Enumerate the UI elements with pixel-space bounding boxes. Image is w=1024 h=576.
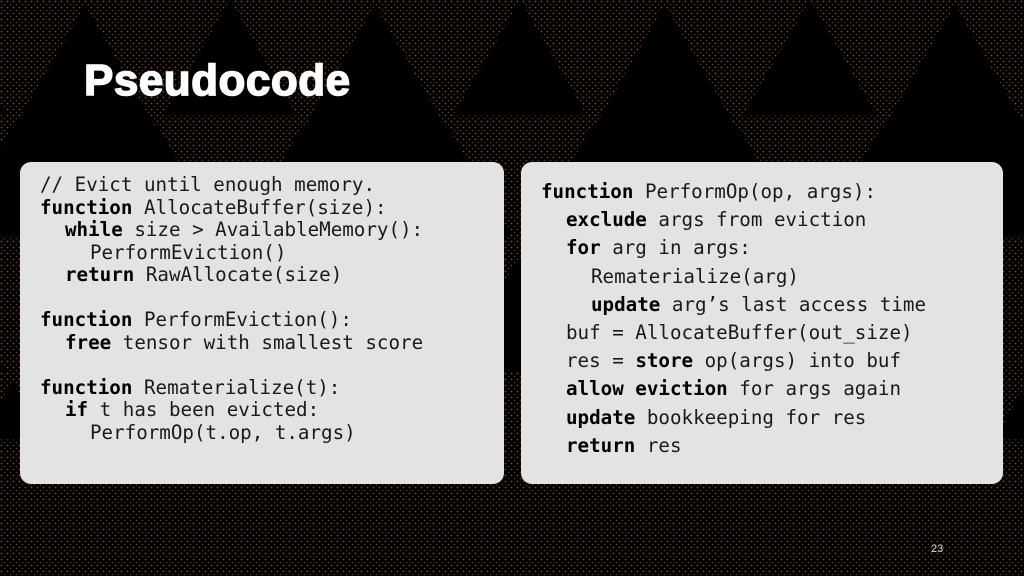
code-line: return res <box>541 432 1003 460</box>
code-keyword: return <box>566 433 636 457</box>
code-line: function Rematerialize(t): <box>40 375 504 400</box>
code-keyword: allow eviction <box>566 377 728 401</box>
code-text: Rematerialize(arg) <box>591 264 799 288</box>
code-text: RawAllocate(size) <box>134 263 343 286</box>
code-line: if t has been evicted: <box>40 398 504 422</box>
code-text: arg’s last access time <box>660 292 927 316</box>
code-line: res = store op(args) into buf <box>541 347 1003 375</box>
code-line: return RawAllocate(size) <box>40 263 504 287</box>
code-keyword: return <box>65 263 135 286</box>
code-text: PerformOp(t.op, t.args) <box>90 420 356 444</box>
code-text: // Evict until enough memory. <box>40 173 376 196</box>
code-text: AllocateBuffer(size): <box>132 195 387 219</box>
code-line: for arg in args: <box>541 234 1003 262</box>
code-keyword: function <box>40 195 133 219</box>
slide-title: Pseudocode <box>83 55 351 106</box>
code-line: update bookkeeping for res <box>541 404 1003 432</box>
code-panel-left: // Evict until enough memory. function Al… <box>20 162 504 484</box>
code-line: function AllocateBuffer(size): <box>40 195 504 220</box>
page-number: 23 <box>931 543 944 555</box>
code-keyword: exclude <box>566 208 647 232</box>
code-text: Rematerialize(t): <box>132 375 341 399</box>
code-line: function PerformOp(op, args): <box>541 178 1003 206</box>
code-text: PerformOp(op, args): <box>633 180 877 203</box>
code-line: allow eviction for args again <box>541 375 1003 403</box>
code-text: arg in args: <box>600 236 751 260</box>
code-text: bookkeeping for res <box>635 405 867 429</box>
code-text: size > AvailableMemory(): <box>122 218 424 241</box>
pseudocode-block-left: // Evict until enough memory. function Al… <box>40 173 504 445</box>
code-keyword: update <box>566 405 636 429</box>
code-line: free tensor with smallest score <box>40 330 504 355</box>
code-text: t has been evicted: <box>88 398 320 421</box>
code-keyword: function <box>40 308 133 331</box>
code-line: buf = AllocateBuffer(out_size) <box>541 319 1003 347</box>
code-text: op(args) into buf <box>693 349 902 373</box>
code-keyword: if <box>65 398 89 421</box>
code-line: update arg’s last access time <box>541 291 1003 319</box>
code-keyword: update <box>591 292 661 316</box>
code-text: buf = AllocateBuffer(out_size) <box>566 320 913 344</box>
code-text: res <box>635 433 682 457</box>
code-keyword: free <box>65 330 112 354</box>
code-text: args from eviction <box>646 208 867 232</box>
code-keyword: while <box>65 218 123 241</box>
code-text: res = <box>566 349 636 373</box>
code-line: PerformOp(t.op, t.args) <box>40 420 504 445</box>
code-text: PerformEviction() <box>90 240 287 264</box>
code-line: // Evict until enough memory. <box>40 173 504 197</box>
code-line: exclude args from eviction <box>541 206 1003 234</box>
code-line: function PerformEviction(): <box>40 308 504 332</box>
code-keyword: for <box>566 236 601 260</box>
code-panel-right: function PerformOp(op, args): exclude arg… <box>521 162 1003 484</box>
code-keyword: store <box>635 349 694 373</box>
code-line: PerformEviction() <box>40 240 504 265</box>
code-line: while size > AvailableMemory(): <box>40 218 504 242</box>
code-keyword: function <box>40 375 133 399</box>
code-line: Rematerialize(arg) <box>541 263 1003 291</box>
pseudocode-block-right: function PerformOp(op, args): exclude arg… <box>541 178 1003 460</box>
code-text: PerformEviction(): <box>132 308 352 331</box>
code-text: tensor with smallest score <box>111 330 424 354</box>
code-text: for args again <box>727 377 902 401</box>
code-keyword: function <box>541 180 634 203</box>
